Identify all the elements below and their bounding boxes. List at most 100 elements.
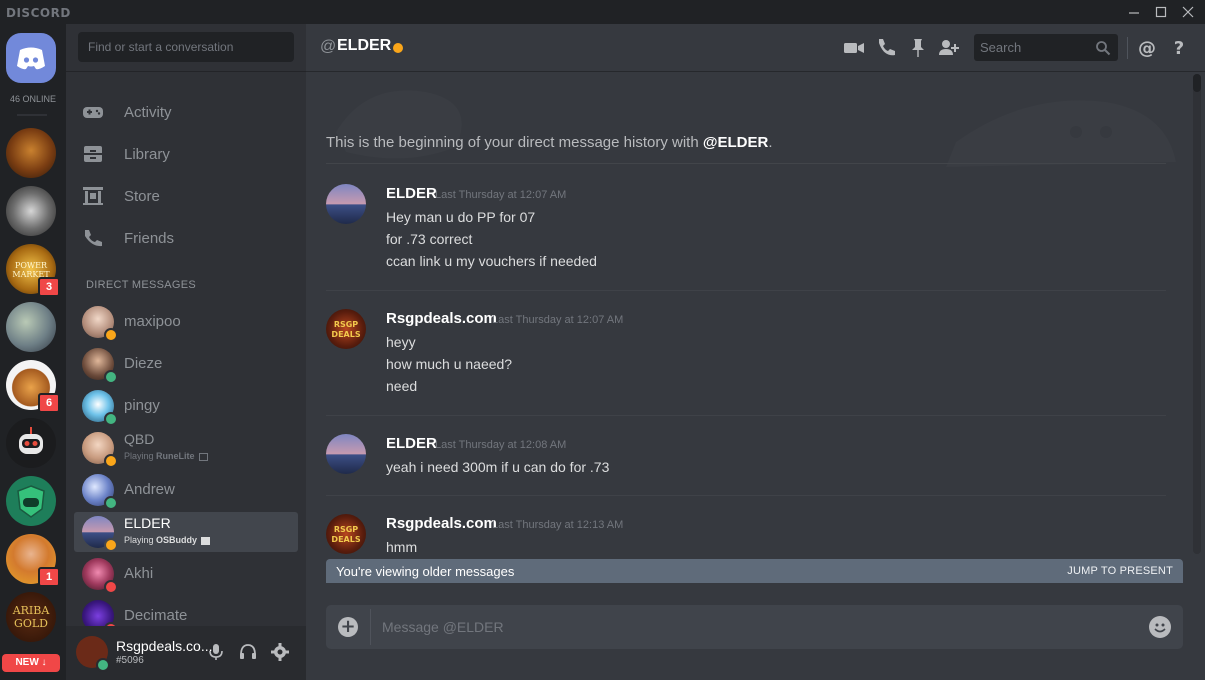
dm-item-akhi[interactable]: Akhi: [74, 554, 298, 594]
upload-plus-icon[interactable]: +: [338, 617, 358, 637]
rail-divider: [17, 114, 47, 116]
message-group: ELDER Last Thursday at 12:08 AM yeah i n…: [326, 434, 1166, 504]
dm-item-maxipoo[interactable]: maxipoo: [74, 302, 298, 342]
older-messages-bar[interactable]: You're viewing older messages JUMP TO PR…: [326, 559, 1183, 583]
dm-item-decimate[interactable]: Decimate: [74, 596, 298, 626]
microphone-icon[interactable]: [206, 642, 226, 662]
guild-shield-server[interactable]: [6, 476, 56, 526]
message-text: yeah i need 300m if u can do for .73: [386, 459, 610, 475]
nav-activity[interactable]: Activity: [74, 92, 298, 132]
message-author[interactable]: ELDER: [386, 435, 437, 452]
avatar[interactable]: [326, 184, 366, 224]
message-author[interactable]: ELDER: [386, 185, 437, 202]
guild-ariba-gold[interactable]: ARIBA GOLD: [6, 592, 56, 642]
status-dnd-icon: [104, 580, 118, 594]
video-call-icon[interactable]: [843, 37, 865, 59]
jump-to-present-button[interactable]: JUMP TO PRESENT: [1067, 565, 1173, 577]
minimize-icon[interactable]: [1124, 2, 1144, 22]
message-group: RSGP DEALS Rsgpdeals.com Last Thursday a…: [326, 514, 1166, 557]
new-unreads-button[interactable]: NEW ↓: [2, 654, 60, 672]
username: Rsgpdeals.co...: [116, 638, 213, 654]
find-conversation-input[interactable]: Find or start a conversation: [78, 32, 294, 62]
nav-friends[interactable]: Friends: [74, 218, 298, 258]
message-author[interactable]: Rsgpdeals.com: [386, 310, 497, 327]
close-icon[interactable]: [1178, 2, 1198, 22]
dm-item-dieze[interactable]: Dieze: [74, 344, 298, 384]
status-online-icon: [104, 496, 118, 510]
unread-badge: 6: [38, 393, 60, 413]
scrollbar-thumb[interactable]: [1193, 74, 1201, 92]
smiley-face-icon: [1154, 623, 1166, 633]
message-timestamp: Last Thursday at 12:08 AM: [435, 439, 567, 451]
nav-label: Library: [124, 146, 170, 163]
settings-gear-icon[interactable]: [270, 642, 290, 662]
dm-name: Akhi: [124, 565, 154, 582]
nav-label: Friends: [124, 230, 175, 247]
svg-text:DEALS: DEALS: [331, 330, 360, 339]
voice-call-icon[interactable]: [875, 37, 897, 59]
scrollbar-track[interactable]: [1193, 74, 1201, 554]
rich-presence-icon: [201, 536, 211, 545]
headphones-icon[interactable]: [238, 642, 258, 662]
guild-lion-server[interactable]: [6, 128, 56, 178]
rich-presence-icon: [198, 452, 208, 461]
message-text: how much u naeed?: [386, 356, 513, 372]
channel-name: ELDER: [337, 37, 392, 54]
message-text: hmm: [386, 539, 418, 555]
rsgp-deals-logo-icon: RSGP DEALS: [331, 320, 360, 339]
dm-name: maxipoo: [124, 313, 181, 330]
dm-item-qbd[interactable]: QBD Playing RuneLite: [74, 428, 298, 468]
dm-item-pingy[interactable]: pingy: [74, 386, 298, 426]
robot-icon: [19, 427, 43, 454]
message-text: Hey man u do PP for 07: [386, 209, 536, 225]
dm-name: Decimate: [124, 607, 188, 624]
dm-activity: Playing RuneLite: [124, 451, 208, 461]
discord-app: DISCORD 46 ONLINE POWER MARKET 3 6 1 ARI…: [0, 0, 1205, 680]
mentions-icon[interactable]: @: [1136, 37, 1158, 59]
dm-name: Andrew: [124, 481, 175, 498]
help-icon[interactable]: ?: [1168, 37, 1190, 59]
guild-robot-server[interactable]: [6, 418, 56, 468]
svg-text:POWER: POWER: [15, 261, 48, 270]
message-author[interactable]: Rsgpdeals.com: [386, 515, 497, 532]
message-divider: [326, 290, 1166, 291]
message-timestamp: Last Thursday at 12:07 AM: [492, 314, 624, 326]
welcome-message: This is the beginning of your direct mes…: [326, 134, 773, 151]
direct-messages-header: DIRECT MESSAGES: [86, 279, 197, 291]
nav-store[interactable]: Store: [74, 176, 298, 216]
maximize-icon[interactable]: [1151, 2, 1171, 22]
chat-area: @ ELDER Search @ ? This is the beginning…: [306, 24, 1205, 680]
dm-name: pingy: [124, 397, 160, 414]
online-count: 46 ONLINE: [9, 94, 57, 104]
dm-item-andrew[interactable]: Andrew: [74, 470, 298, 510]
nav-library[interactable]: Library: [74, 134, 298, 174]
activity-game: RuneLite: [156, 451, 195, 461]
header-divider: [1127, 37, 1128, 59]
home-button[interactable]: [6, 33, 56, 83]
avatar[interactable]: [326, 434, 366, 474]
message-text: heyy: [386, 334, 416, 350]
svg-text:@: @: [1138, 38, 1156, 59]
welcome-period: .: [768, 134, 773, 151]
message-timestamp: Last Thursday at 12:13 AM: [492, 519, 624, 531]
svg-text:ARIBA: ARIBA: [12, 604, 51, 617]
ariba-gold-logo-icon: ARIBA GOLD: [12, 604, 51, 630]
dm-sidebar: Find or start a conversation Activity Li…: [66, 24, 306, 680]
avatar[interactable]: RSGP DEALS: [326, 309, 366, 349]
user-discriminator: #5096: [116, 655, 144, 666]
message-group: ELDER Last Thursday at 12:07 AM Hey man …: [326, 184, 1166, 294]
guild-skull-server[interactable]: [6, 186, 56, 236]
avatar[interactable]: RSGP DEALS: [326, 514, 366, 554]
dm-name: ELDER: [124, 515, 171, 531]
dm-item-elder[interactable]: ELDER Playing OSBuddy: [74, 512, 298, 552]
status-online-icon: [104, 412, 118, 426]
guild-art-server[interactable]: [6, 302, 56, 352]
friends-icon: [85, 230, 102, 247]
pin-icon[interactable]: [907, 37, 929, 59]
nav-label: Activity: [124, 104, 172, 121]
add-friend-icon[interactable]: [938, 37, 960, 59]
message-input[interactable]: Message @ELDER: [382, 619, 504, 635]
welcome-divider: [326, 163, 1166, 164]
message-composer: + Message @ELDER: [326, 605, 1183, 649]
emoji-picker-icon[interactable]: [1149, 616, 1171, 638]
